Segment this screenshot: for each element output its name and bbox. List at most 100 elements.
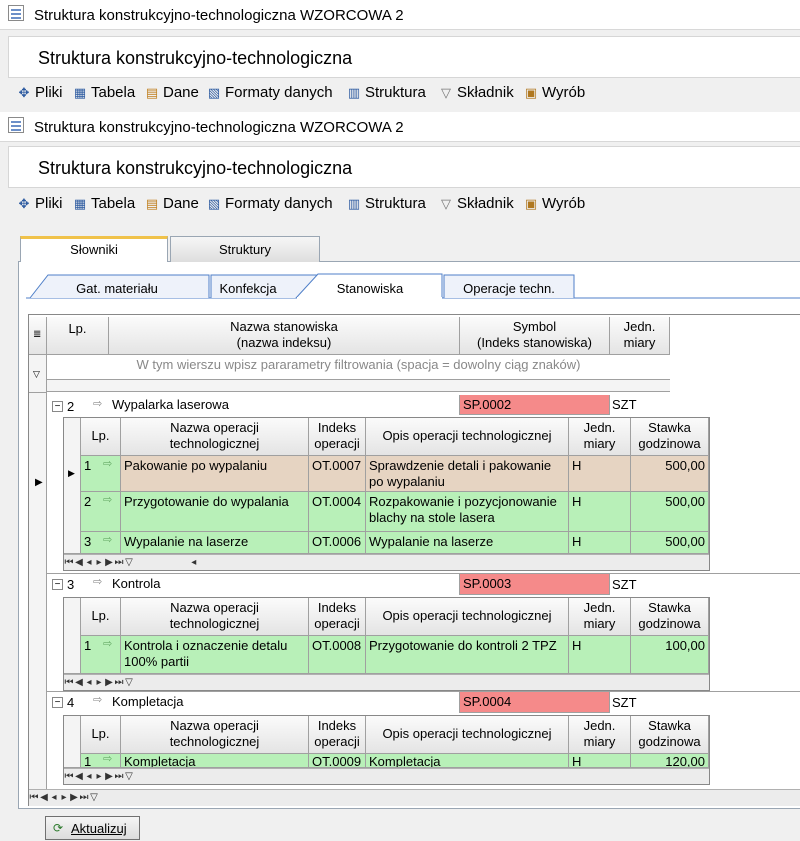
menu-skladnik[interactable]: ▽ Składnik <box>438 84 514 101</box>
sub-header-jedn[interactable]: Jedn. miary <box>569 716 631 754</box>
menu-pliki[interactable]: ✥ Pliki <box>16 195 63 212</box>
station-name-cell[interactable]: Kompletacja <box>109 692 460 713</box>
table-row[interactable]: 3 ⇨ <box>81 532 121 554</box>
sub-header-nazwa[interactable]: Nazwa operacji technologicznej <box>121 716 309 754</box>
next-page-icon[interactable]: ▶ <box>69 790 79 805</box>
prev-icon[interactable]: ◂ <box>49 790 59 805</box>
table-cell[interactable]: OT.0008 <box>309 636 366 674</box>
sub-header-lp[interactable]: Lp. <box>81 418 121 456</box>
sub-header-indeks[interactable]: Indeks operacji <box>309 716 366 754</box>
record-navigator[interactable]: ⏮ ◀ ◂ ▸ ▶ ⏭ ▽ <box>64 768 709 784</box>
table-cell[interactable]: Sprawdzenie detali i pakowanie po wypala… <box>366 456 569 492</box>
subtab-konfekcja[interactable]: Konfekcja <box>190 278 306 300</box>
sub-header-nazwa[interactable]: Nazwa operacji technologicznej <box>121 598 309 636</box>
sub-header-stawka[interactable]: Stawka godzinowa <box>631 418 709 456</box>
menu-dane[interactable]: ▤ Dane <box>144 195 199 212</box>
table-row[interactable]: 1 ⇨ <box>81 636 121 674</box>
sub-header-jedn[interactable]: Jedn. miary <box>569 418 631 456</box>
record-navigator[interactable]: ⏮ ◀ ◂ ▸ ▶ ⏭ ▽ <box>64 674 709 690</box>
menu-struktura[interactable]: ▥ Struktura <box>346 195 426 212</box>
last-icon[interactable]: ⏭ <box>114 555 124 570</box>
table-cell[interactable]: H <box>569 492 631 532</box>
station-symbol-cell[interactable]: SP.0003 <box>460 574 610 595</box>
station-symbol-cell[interactable]: SP.0002 <box>460 395 610 415</box>
station-name-cell[interactable]: Kontrola <box>109 574 460 595</box>
table-cell[interactable]: Wypalanie na laserze <box>366 532 569 554</box>
sub-header-jedn[interactable]: Jedn. miary <box>569 598 631 636</box>
sub-header-stawka[interactable]: Stawka godzinowa <box>631 598 709 636</box>
sub-header-indeks[interactable]: Indeks operacji <box>309 418 366 456</box>
menu-skladnik[interactable]: ▽ Składnik <box>438 195 514 212</box>
station-symbol-cell[interactable]: SP.0004 <box>460 692 610 713</box>
station-name-cell[interactable]: Wypalarka laserowa <box>109 395 460 415</box>
table-cell[interactable]: Kontrola i oznaczenie detalu 100% partii <box>121 636 309 674</box>
menu-wyrob[interactable]: ▣ Wyrób <box>523 195 585 212</box>
filter-row[interactable]: W tym wierszu wpisz pararametry filtrowa… <box>47 357 670 377</box>
prev-icon[interactable]: ◂ <box>84 769 94 784</box>
filter-icon[interactable]: ▽ <box>89 790 99 805</box>
table-cell[interactable]: 120,00 <box>631 754 709 768</box>
tab-slowniki[interactable]: Słowniki <box>20 236 168 262</box>
table-cell[interactable]: 500,00 <box>631 456 709 492</box>
first-icon[interactable]: ⏮ <box>29 790 39 805</box>
table-cell[interactable]: 100,00 <box>631 636 709 674</box>
header-symbol[interactable]: Symbol (Indeks stanowiska) <box>460 317 610 355</box>
filter-icon[interactable]: ▽ <box>124 675 134 690</box>
table-cell[interactable]: Przygotowanie do kontroli 2 TPZ <box>366 636 569 674</box>
collapse-icon[interactable]: − <box>52 401 63 412</box>
menu-tabela[interactable]: ▦ Tabela <box>72 84 135 101</box>
menu-wyrob[interactable]: ▣ Wyrób <box>523 84 585 101</box>
prev-icon[interactable]: ◂ <box>84 675 94 690</box>
last-icon[interactable]: ⏭ <box>79 790 89 805</box>
header-lp[interactable]: Lp. <box>47 317 109 355</box>
subtab-stanowiska[interactable]: Stanowiska <box>300 278 440 300</box>
tab-struktury[interactable]: Struktury <box>170 236 320 262</box>
menu-formaty[interactable]: ▧ Formaty danych <box>206 84 333 101</box>
table-cell[interactable]: Przygotowanie do wypalania <box>121 492 309 532</box>
next-page-icon[interactable]: ▶ <box>104 675 114 690</box>
prev-page-icon[interactable]: ◀ <box>74 675 84 690</box>
table-cell[interactable]: OT.0009 <box>309 754 366 768</box>
table-cell[interactable]: Pakowanie po wypalaniu <box>121 456 309 492</box>
menu-dane[interactable]: ▤ Dane <box>144 84 199 101</box>
collapse-icon[interactable]: − <box>52 579 63 590</box>
column-chooser[interactable]: ≣ <box>29 317 47 355</box>
sub-header-opis[interactable]: Opis operacji technologicznej <box>366 418 569 456</box>
table-cell[interactable]: Kompletacja <box>366 754 569 768</box>
sub-header-indeks[interactable]: Indeks operacji <box>309 598 366 636</box>
filter-icon[interactable]: ▽ <box>124 769 134 784</box>
sub-header-opis[interactable]: Opis operacji technologicznej <box>366 598 569 636</box>
table-cell[interactable]: OT.0006 <box>309 532 366 554</box>
next-icon[interactable]: ▸ <box>94 675 104 690</box>
record-navigator[interactable]: ⏮ ◀ ◂ ▸ ▶ ⏭ ▽ ◂ <box>64 554 709 570</box>
last-icon[interactable]: ⏭ <box>114 675 124 690</box>
header-jedn[interactable]: Jedn. miary <box>610 317 670 355</box>
table-cell[interactable]: 500,00 <box>631 492 709 532</box>
menu-tabela[interactable]: ▦ Tabela <box>72 195 135 212</box>
table-cell[interactable]: OT.0007 <box>309 456 366 492</box>
sub-header-lp[interactable]: Lp. <box>81 716 121 754</box>
next-icon[interactable]: ▸ <box>94 769 104 784</box>
table-cell[interactable]: Wypalanie na laserze <box>121 532 309 554</box>
prev-page-icon[interactable]: ◀ <box>74 555 84 570</box>
refresh-button[interactable]: ⟳ Aktualizuj <box>45 816 140 840</box>
table-cell[interactable]: H <box>569 636 631 674</box>
first-icon[interactable]: ⏮ <box>64 555 74 570</box>
main-record-navigator[interactable]: ⏮ ◀ ◂ ▸ ▶ ⏭ ▽ <box>29 789 800 806</box>
next-page-icon[interactable]: ▶ <box>104 555 114 570</box>
table-row[interactable]: 1 ⇨ <box>81 456 121 492</box>
table-cell[interactable]: Kompletacja <box>121 754 309 768</box>
header-nazwa-stanowiska[interactable]: Nazwa stanowiska (nazwa indeksu) <box>109 317 460 355</box>
next-icon[interactable]: ▸ <box>94 555 104 570</box>
filter-icon[interactable]: ▽ <box>124 555 134 570</box>
last-icon[interactable]: ⏭ <box>114 769 124 784</box>
menu-formaty[interactable]: ▧ Formaty danych <box>206 195 333 212</box>
menu-pliki[interactable]: ✥ Pliki <box>16 84 63 101</box>
table-cell[interactable]: 500,00 <box>631 532 709 554</box>
collapse-icon[interactable]: − <box>52 697 63 708</box>
prev-page-icon[interactable]: ◀ <box>39 790 49 805</box>
sub-header-lp[interactable]: Lp. <box>81 598 121 636</box>
scroll-left-icon[interactable]: ◂ <box>189 555 199 570</box>
table-cell[interactable]: OT.0004 <box>309 492 366 532</box>
subtab-operacje[interactable]: Operacje techn. <box>444 278 574 300</box>
